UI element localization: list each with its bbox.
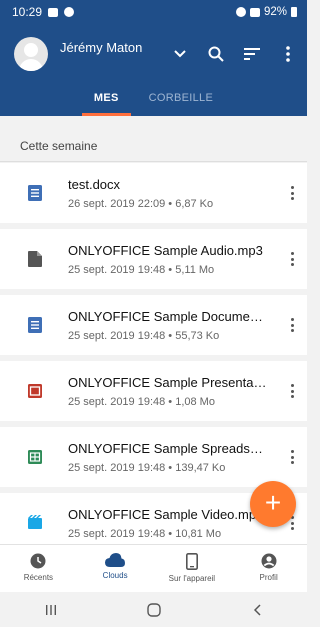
file-options-button[interactable]: [285, 249, 299, 269]
chevron-down-icon: [174, 50, 186, 58]
file-meta: 25 sept. 2019 19:48 • 139,47 Ko: [68, 461, 226, 474]
back-icon[interactable]: [251, 603, 263, 617]
cloud-icon: [105, 553, 126, 567]
file-meta: 25 sept. 2019 19:48 • 10,81 Mo: [68, 527, 222, 540]
more-vertical-icon: [286, 46, 290, 62]
file-name: ONLYOFFICE Sample Spreadsh…: [68, 440, 268, 456]
gallery-notification-icon: [48, 7, 59, 17]
presentation-icon: [28, 384, 42, 398]
clock-icon: [30, 553, 46, 569]
generic-file-icon: [28, 251, 42, 267]
battery-icon: [291, 7, 297, 17]
tab-corbeille[interactable]: CORBEILLE: [149, 84, 213, 116]
tab-bar: MES CORBEILLE: [0, 84, 307, 116]
search-icon: [208, 46, 224, 62]
alarm-icon: [235, 7, 246, 17]
signal-icon: [249, 7, 260, 17]
file-options-button[interactable]: [285, 315, 299, 335]
sort-icon: [244, 48, 260, 60]
file-name: test.docx: [68, 176, 121, 192]
avatar[interactable]: [14, 37, 48, 71]
nav-profile[interactable]: Profil: [230, 545, 307, 592]
document-icon: [28, 317, 42, 333]
file-row[interactable]: ONLYOFFICE Sample Documen… 25 sept. 2019…: [0, 295, 307, 355]
file-row[interactable]: ONLYOFFICE Sample Presentati… 25 sept. 2…: [0, 361, 307, 421]
search-button[interactable]: [205, 43, 227, 65]
bottom-nav: Récents Clouds Sur l'appareil Profil: [0, 544, 307, 592]
app-bar: Jérémy Maton: [0, 24, 307, 84]
file-name: ONLYOFFICE Sample Audio.mp3: [68, 242, 263, 258]
profile-icon: [261, 553, 277, 569]
nav-recents[interactable]: Récents: [0, 545, 77, 592]
file-meta: 25 sept. 2019 19:48 • 55,73 Ko: [68, 329, 220, 342]
file-name: ONLYOFFICE Sample Documen…: [68, 308, 268, 324]
file-meta: 25 sept. 2019 19:48 • 1,08 Mo: [68, 395, 215, 408]
nav-label: Sur l'appareil: [168, 574, 216, 583]
nav-label: Récents: [23, 573, 54, 582]
file-options-button[interactable]: [285, 381, 299, 401]
spreadsheet-icon: [28, 450, 42, 464]
nav-on-device[interactable]: Sur l'appareil: [154, 545, 231, 592]
file-row[interactable]: ONLYOFFICE Sample Spreadsh… 25 sept. 201…: [0, 427, 307, 487]
file-row[interactable]: ONLYOFFICE Sample Audio.mp3 25 sept. 201…: [0, 229, 307, 289]
notification-icon: [64, 7, 75, 17]
nav-clouds[interactable]: Clouds: [77, 545, 154, 592]
more-options-button[interactable]: [277, 43, 299, 65]
file-options-button[interactable]: [285, 447, 299, 467]
account-dropdown-button[interactable]: [169, 43, 191, 65]
phone-icon: [185, 553, 198, 570]
section-header: Cette semaine: [0, 128, 307, 162]
battery-percent: 92%: [263, 6, 287, 18]
nav-label: Clouds: [102, 571, 128, 580]
file-meta: 25 sept. 2019 19:48 • 5,11 Mo: [68, 263, 215, 276]
home-icon[interactable]: [146, 602, 162, 618]
recent-apps-icon[interactable]: [44, 603, 58, 617]
add-fab-button[interactable]: +: [250, 481, 296, 527]
tab-mes[interactable]: MES: [82, 84, 131, 116]
file-options-button[interactable]: [285, 183, 299, 203]
nav-label: Profil: [259, 573, 278, 582]
file-name: ONLYOFFICE Sample Presentati…: [68, 374, 268, 390]
sort-button[interactable]: [241, 43, 263, 65]
document-icon: [28, 185, 42, 201]
status-time: 10:29: [12, 5, 43, 19]
system-nav-bar: [0, 592, 307, 627]
video-icon: [28, 515, 42, 529]
file-name: ONLYOFFICE Sample Video.mp4: [68, 506, 264, 522]
account-name[interactable]: Jérémy Maton: [60, 40, 142, 55]
status-bar: 10:29 92%: [0, 0, 307, 24]
file-row[interactable]: test.docx 26 sept. 2019 22:09 • 6,87 Ko: [0, 163, 307, 223]
file-meta: 26 sept. 2019 22:09 • 6,87 Ko: [68, 197, 214, 210]
